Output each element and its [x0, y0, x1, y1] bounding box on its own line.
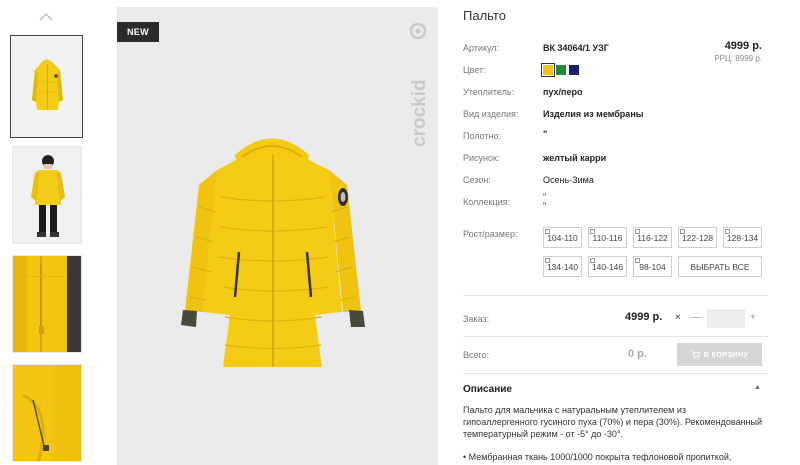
- collection-value: " ": [543, 192, 547, 211]
- fabric-value: ": [543, 129, 548, 139]
- divider: [463, 336, 768, 337]
- add-to-cart-button[interactable]: В КОРЗИНУ: [677, 343, 762, 366]
- total-value: 0 р.: [628, 348, 647, 360]
- article-value: ВК 34064/1 УЗГ: [543, 43, 609, 53]
- order-label: Заказ:: [463, 314, 490, 324]
- coat-illustration: [181, 138, 365, 367]
- size-option[interactable]: 128-134: [723, 227, 762, 248]
- article-label: Артикул:: [463, 43, 500, 53]
- product-price: 4999 р.: [724, 40, 762, 52]
- pattern-value: желтый карри: [543, 153, 607, 163]
- description-title[interactable]: Описание: [463, 384, 512, 395]
- season-label: Сезон:: [463, 175, 491, 185]
- remove-icon[interactable]: ×: [675, 312, 681, 323]
- color-swatch-yellow[interactable]: [541, 63, 555, 77]
- size-option[interactable]: 98-104: [633, 256, 672, 277]
- description-bullet: • Мембранная ткань 1000/1000 покрыта теф…: [463, 452, 732, 462]
- size-option[interactable]: 122-128: [678, 227, 717, 248]
- color-swatch-green[interactable]: [556, 65, 566, 75]
- product-title: Пальто: [463, 8, 506, 23]
- product-type-value: Изделия из мембраны: [543, 109, 644, 119]
- description-text: Пальто для мальчика с натуральным утепли…: [463, 405, 763, 439]
- collapse-chevron-icon[interactable]: ▲: [754, 384, 761, 391]
- thumbnails-up-chevron-icon[interactable]: [37, 8, 55, 26]
- main-product-image[interactable]: NEW crockid: [117, 7, 438, 465]
- pattern-label: Рисунок:: [463, 153, 500, 163]
- quantity-input[interactable]: [707, 309, 745, 328]
- insulation-label: Утеплитель:: [463, 87, 515, 97]
- size-option[interactable]: 134-140: [543, 256, 582, 277]
- thumbnail-1[interactable]: [10, 35, 83, 138]
- size-option[interactable]: 116-122: [633, 227, 672, 248]
- color-swatch-navy[interactable]: [569, 65, 579, 75]
- fabric-label: Полотно:: [463, 131, 502, 141]
- thumbnail-4[interactable]: [12, 364, 82, 462]
- add-to-cart-label: В КОРЗИНУ: [703, 350, 749, 359]
- size-option[interactable]: 104-110: [543, 227, 582, 248]
- season-value: Осень-Зима: [543, 175, 594, 185]
- thumbnail-3[interactable]: [12, 255, 82, 353]
- select-all-sizes-button[interactable]: ВЫБРАТЬ ВСЕ: [678, 256, 762, 277]
- decrease-quantity-button[interactable]: —: [691, 312, 701, 323]
- divider: [463, 373, 768, 374]
- product-type-label: Вид изделия:: [463, 109, 519, 119]
- recommended-retail-price: РРЦ: 8999 р.: [714, 54, 762, 63]
- insulation-value: пух/перо: [543, 87, 583, 97]
- size-option[interactable]: 140-146: [588, 256, 627, 277]
- order-price: 4999 р.: [625, 311, 663, 323]
- thumbnail-2[interactable]: [12, 146, 82, 244]
- size-option[interactable]: 110-116: [588, 227, 627, 248]
- collection-label: Коллекция:: [463, 197, 511, 207]
- color-label: Цвет:: [463, 65, 486, 75]
- increase-quantity-button[interactable]: +: [750, 312, 756, 323]
- divider: [463, 295, 768, 296]
- cart-icon: [691, 351, 700, 359]
- total-label: Всего:: [463, 350, 490, 360]
- color-swatches: [541, 63, 579, 77]
- size-label: Рост/размер:: [463, 229, 518, 239]
